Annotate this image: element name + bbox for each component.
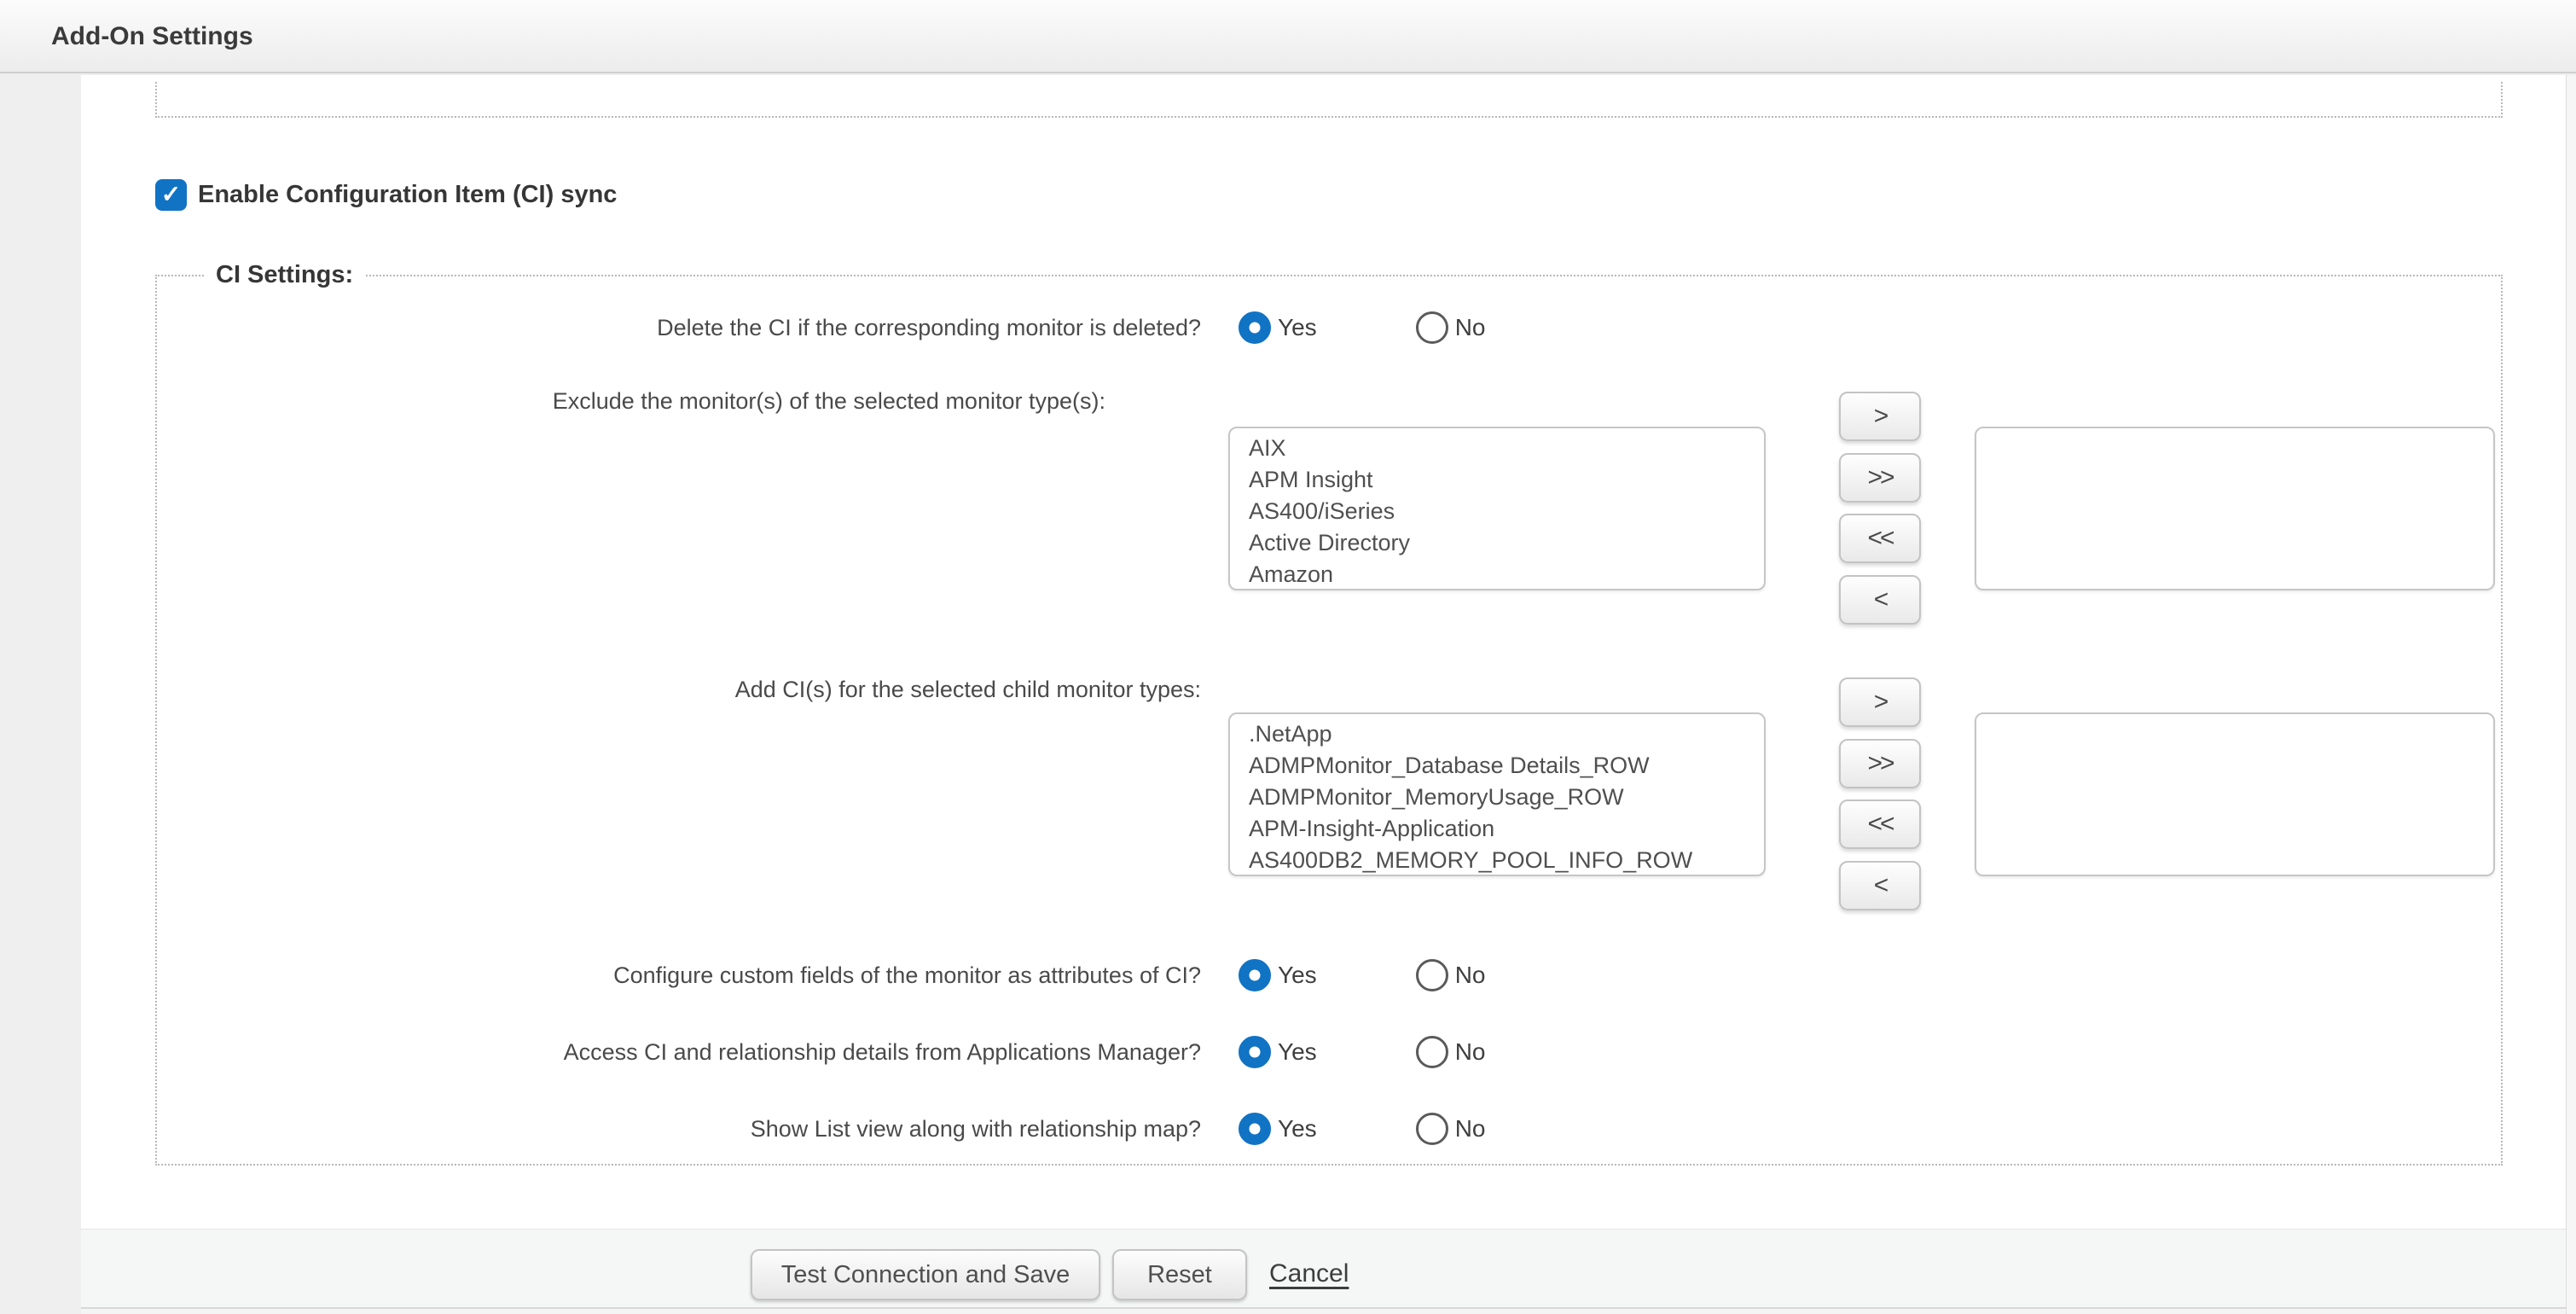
addci-move-all-left-button[interactable]: <<	[1839, 799, 1921, 849]
exclude-move-all-left-button[interactable]: <<	[1839, 514, 1921, 563]
exclude-monitors-label: Exclude the monitor(s) of the selected m…	[256, 387, 1201, 416]
add-cis-label: Add CI(s) for the selected child monitor…	[256, 675, 1201, 704]
listbox-option[interactable]: APM Insight	[1230, 464, 1764, 496]
listbox-option[interactable]: ADMPMonitor_MemoryUsage_ROW	[1230, 782, 1764, 813]
test-connection-and-save-button[interactable]: Test Connection and Save	[751, 1249, 1100, 1300]
access-ci-details-yes-radio[interactable]	[1239, 1036, 1271, 1068]
show-list-view-question: Show List view along with relationship m…	[256, 1114, 1201, 1143]
show-list-view-radio-group: Yes No	[1239, 1111, 1485, 1147]
delete-ci-no-radio[interactable]	[1416, 311, 1448, 344]
show-list-view-no-label[interactable]: No	[1455, 1115, 1486, 1142]
listbox-option[interactable]: AS400DB2_MEMORY_POOL_INFO_ROW	[1230, 845, 1764, 876]
listbox-option[interactable]: .NetApp	[1230, 718, 1764, 750]
reset-button[interactable]: Reset	[1112, 1249, 1247, 1300]
show-list-view-yes-label[interactable]: Yes	[1278, 1115, 1317, 1142]
exclude-move-left-button[interactable]: <	[1839, 575, 1921, 625]
listbox-option[interactable]: Amazon	[1230, 559, 1764, 590]
delete-ci-yes-radio[interactable]	[1239, 311, 1271, 344]
delete-ci-radio-group: Yes No	[1239, 310, 1485, 346]
exclude-move-right-button[interactable]: >	[1839, 392, 1921, 441]
delete-ci-yes-label[interactable]: Yes	[1278, 314, 1317, 341]
access-ci-details-question: Access CI and relationship details from …	[256, 1038, 1201, 1067]
scrollbar-track[interactable]	[2566, 75, 2576, 1314]
exclude-monitors-selected-listbox[interactable]	[1975, 427, 2495, 590]
configure-custom-fields-yes-label[interactable]: Yes	[1278, 962, 1317, 989]
listbox-option[interactable]: AS400/iSeries	[1230, 496, 1764, 527]
configure-custom-fields-no-label[interactable]: No	[1455, 962, 1486, 989]
cancel-link[interactable]: Cancel	[1269, 1259, 1349, 1288]
delete-ci-question: Delete the CI if the corresponding monit…	[256, 313, 1201, 342]
listbox-option[interactable]: ADMPMonitor_Database Details_ROW	[1230, 750, 1764, 782]
previous-section-border	[155, 82, 2503, 118]
listbox-option[interactable]: AIX	[1230, 433, 1764, 464]
show-list-view-yes-radio[interactable]	[1239, 1113, 1271, 1145]
listbox-option[interactable]: Active Directory	[1230, 527, 1764, 559]
addci-move-right-button[interactable]: >	[1839, 677, 1921, 727]
configure-custom-fields-yes-radio[interactable]	[1239, 959, 1271, 991]
exclude-move-all-right-button[interactable]: >>	[1839, 453, 1921, 503]
footer-bottom-strip	[81, 1309, 2566, 1314]
exclude-monitors-available-listbox[interactable]: AIXAPM InsightAS400/iSeriesActive Direct…	[1228, 427, 1766, 590]
access-ci-details-yes-label[interactable]: Yes	[1278, 1038, 1317, 1066]
add-cis-selected-listbox[interactable]	[1975, 712, 2495, 876]
addci-move-left-button[interactable]: <	[1839, 861, 1921, 910]
show-list-view-no-radio[interactable]	[1416, 1113, 1448, 1145]
ci-settings-legend: CI Settings:	[204, 261, 365, 289]
page-title: Add-On Settings	[51, 22, 253, 51]
configure-custom-fields-question: Configure custom fields of the monitor a…	[256, 961, 1201, 990]
listbox-option[interactable]: APM-Insight-Application	[1230, 813, 1764, 845]
delete-ci-no-label[interactable]: No	[1455, 314, 1486, 341]
access-ci-details-no-radio[interactable]	[1416, 1036, 1448, 1068]
add-cis-available-listbox[interactable]: .NetAppADMPMonitor_Database Details_ROWA…	[1228, 712, 1766, 876]
access-ci-details-no-label[interactable]: No	[1455, 1038, 1486, 1066]
page-header: Add-On Settings	[0, 0, 2576, 73]
enable-ci-sync-label: Enable Configuration Item (CI) sync	[198, 181, 617, 209]
configure-custom-fields-no-radio[interactable]	[1416, 959, 1448, 991]
enable-ci-sync-checkbox[interactable]	[155, 179, 187, 211]
addci-move-all-right-button[interactable]: >>	[1839, 739, 1921, 788]
configure-custom-fields-radio-group: Yes No	[1239, 957, 1485, 993]
access-ci-details-radio-group: Yes No	[1239, 1034, 1485, 1070]
